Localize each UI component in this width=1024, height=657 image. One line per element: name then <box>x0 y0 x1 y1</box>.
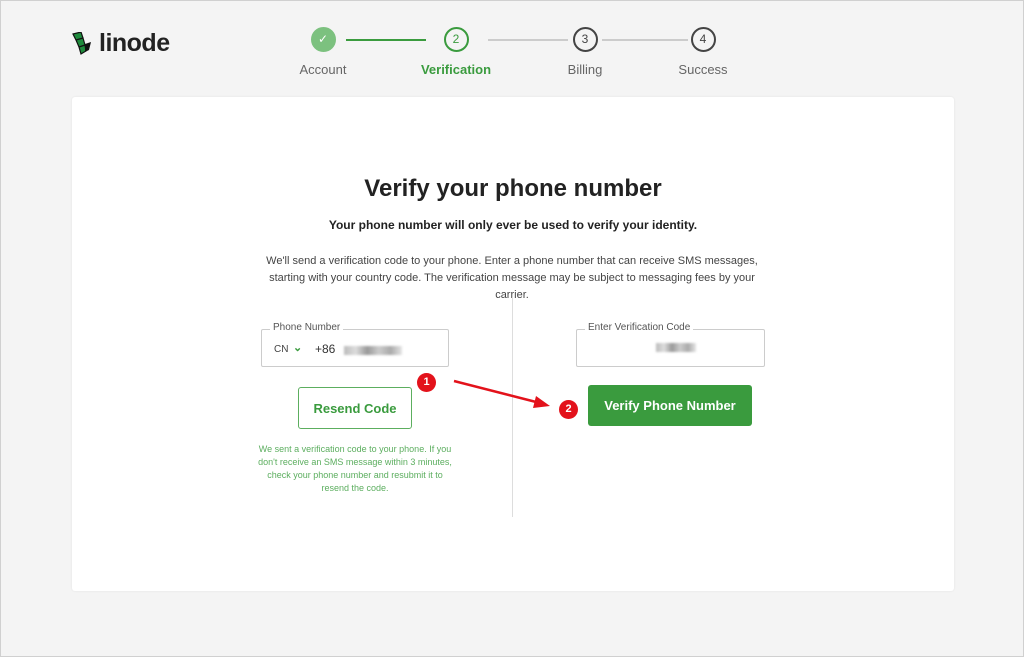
redacted-code-value <box>656 343 696 352</box>
step-label: Account <box>299 62 347 77</box>
linode-logo-icon <box>72 31 91 55</box>
verification-card: Verify your phone number Your phone numb… <box>72 97 954 591</box>
step-success: 4 Success <box>653 27 753 77</box>
step-number: 3 <box>572 27 598 52</box>
page-title: Verify your phone number <box>364 175 662 202</box>
step-number: 2 <box>443 27 469 52</box>
step-label: Billing <box>567 62 603 77</box>
check-icon: ✓ <box>310 27 336 52</box>
logo-text: linode <box>99 29 170 57</box>
phone-number-field[interactable]: Phone Number CN ⌄ +86 <box>261 322 449 367</box>
chevron-down-icon[interactable]: ⌄ <box>293 341 302 354</box>
redacted-phone-value <box>344 346 402 355</box>
dial-code: +86 <box>315 342 336 356</box>
resend-note: We sent a verification code to your phon… <box>258 444 452 493</box>
verification-code-label: Enter Verification Code <box>585 322 694 333</box>
annotation-badge-2: 2 <box>559 400 578 419</box>
verify-phone-number-button[interactable]: Verify Phone Number <box>588 385 752 426</box>
phone-number-label: Phone Number <box>270 322 344 333</box>
linode-logo: linode <box>71 29 170 58</box>
resend-code-button[interactable]: Resend Code <box>298 387 412 429</box>
annotation-badge-1: 1 <box>417 373 436 392</box>
step-number: 4 <box>690 27 716 52</box>
step-verification: 2 Verification <box>406 27 506 77</box>
subtitle: Your phone number will only ever be used… <box>328 218 698 232</box>
step-label: Verification <box>420 62 492 77</box>
verification-code-field[interactable]: Enter Verification Code <box>576 322 765 367</box>
step-account: ✓ Account <box>273 27 373 77</box>
step-label: Success <box>678 62 728 77</box>
annotation-arrow-icon <box>453 379 550 408</box>
step-billing: 3 Billing <box>535 27 635 77</box>
country-select[interactable]: CN <box>274 344 288 355</box>
